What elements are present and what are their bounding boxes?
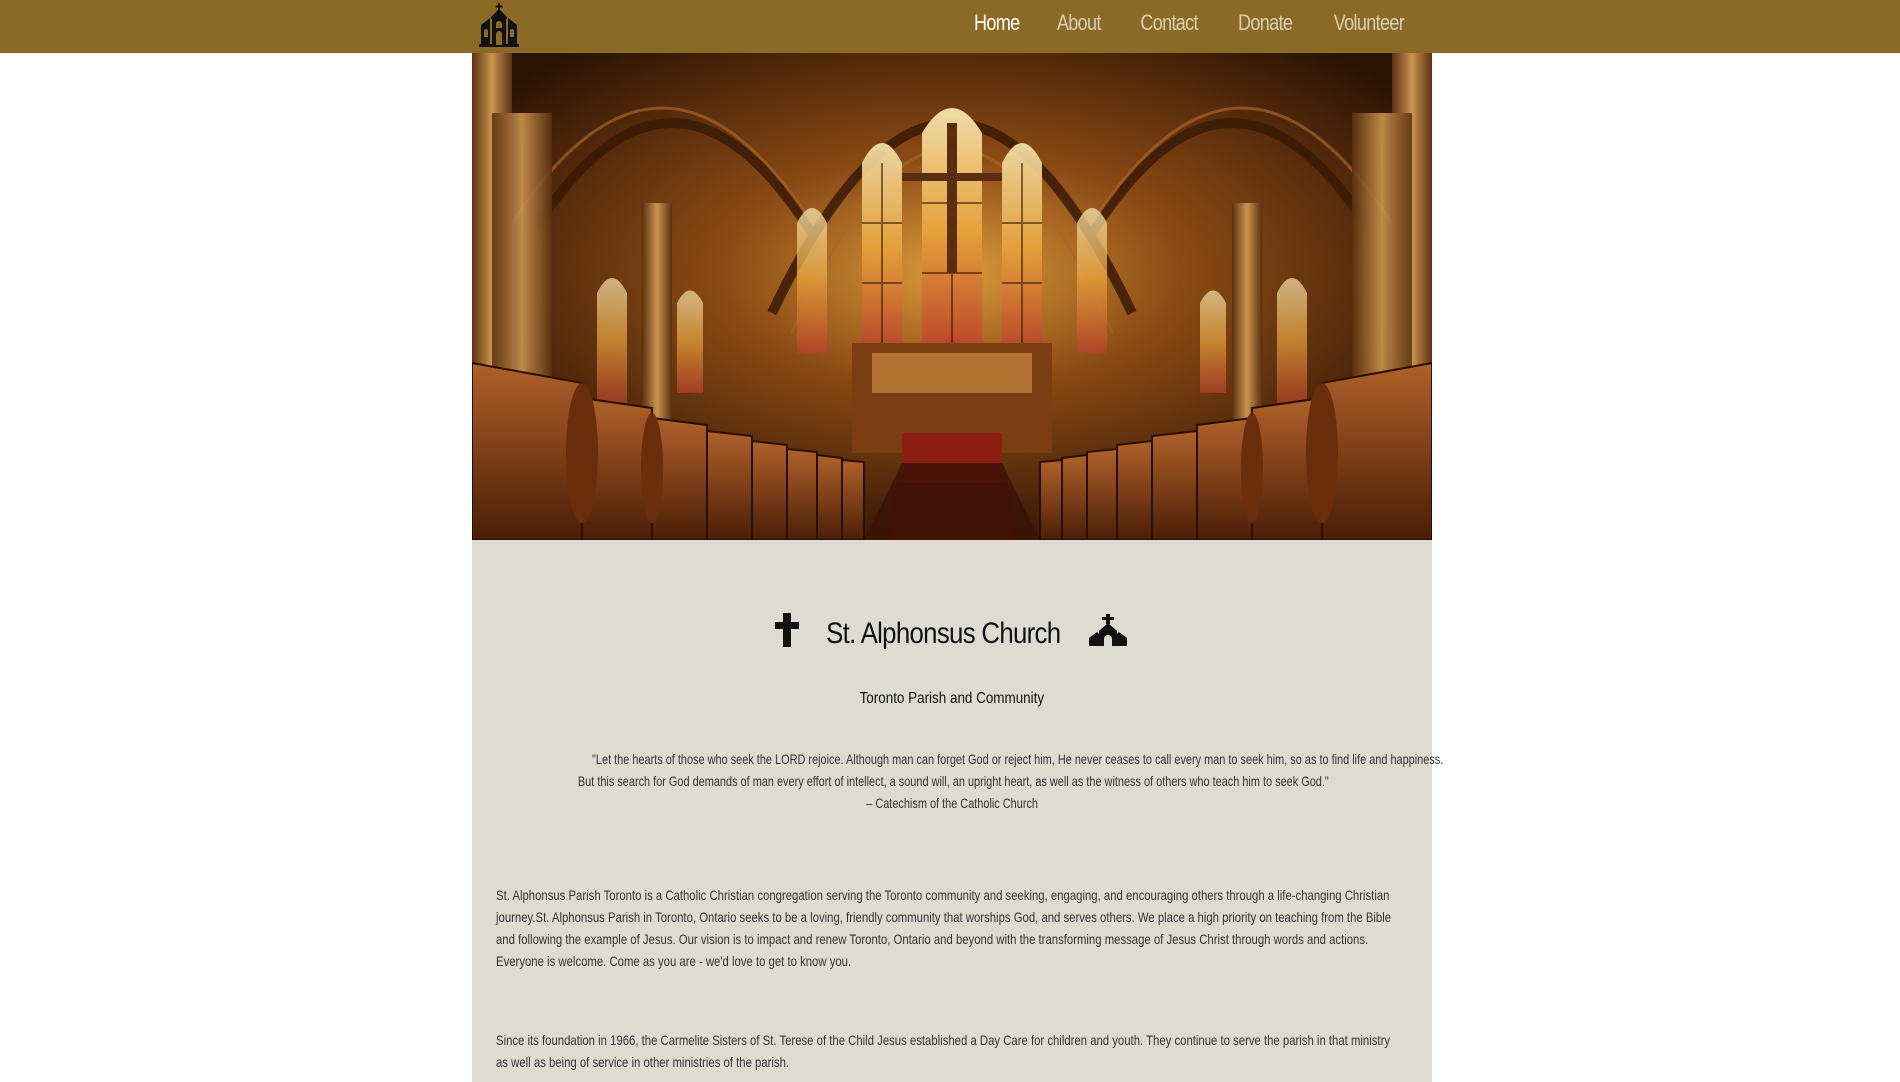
page-subtitle: Toronto Parish and Community [472,690,1432,708]
quote-attribution: – Catechism of the Catholic Church [866,795,1038,811]
nav-menu: Home About Contact Donate Volunteer [953,0,1424,45]
nav-contact-link[interactable]: Contact [1130,10,1207,36]
catechism-quote: "Let the hearts of those who seek the LO… [472,748,1443,814]
main-content: St. Alphonsus Church Toronto Parish and … [472,53,1443,1082]
nav-home-link[interactable]: Home [964,10,1029,36]
navbar: Home About Contact Donate Volunteer [0,0,1900,53]
nav-volunteer-link[interactable]: Volunteer [1324,10,1414,36]
nav-about-link[interactable]: About [1047,10,1111,36]
quote-line-1: "Let the hearts of those who seek the LO… [592,751,1444,767]
subtitle-text: Toronto Parish and Community [859,690,1045,707]
page-title: St. Alphonsus Church [472,613,1432,655]
quote-line-2: But this search for God demands of man e… [577,773,1329,789]
church-icon [1087,614,1129,654]
church-logo-icon[interactable] [478,3,520,47]
intro-paragraph: St. Alphonsus Parish Toronto is a Cathol… [496,887,1392,969]
church-name: St. Alphonsus Church [825,617,1061,650]
nav-donate-link[interactable]: Donate [1228,10,1302,36]
history-paragraph: Since its foundation in 1966, the Carmel… [496,1032,1391,1070]
cross-icon [775,613,800,655]
hero-cathedral-image [472,53,1432,540]
